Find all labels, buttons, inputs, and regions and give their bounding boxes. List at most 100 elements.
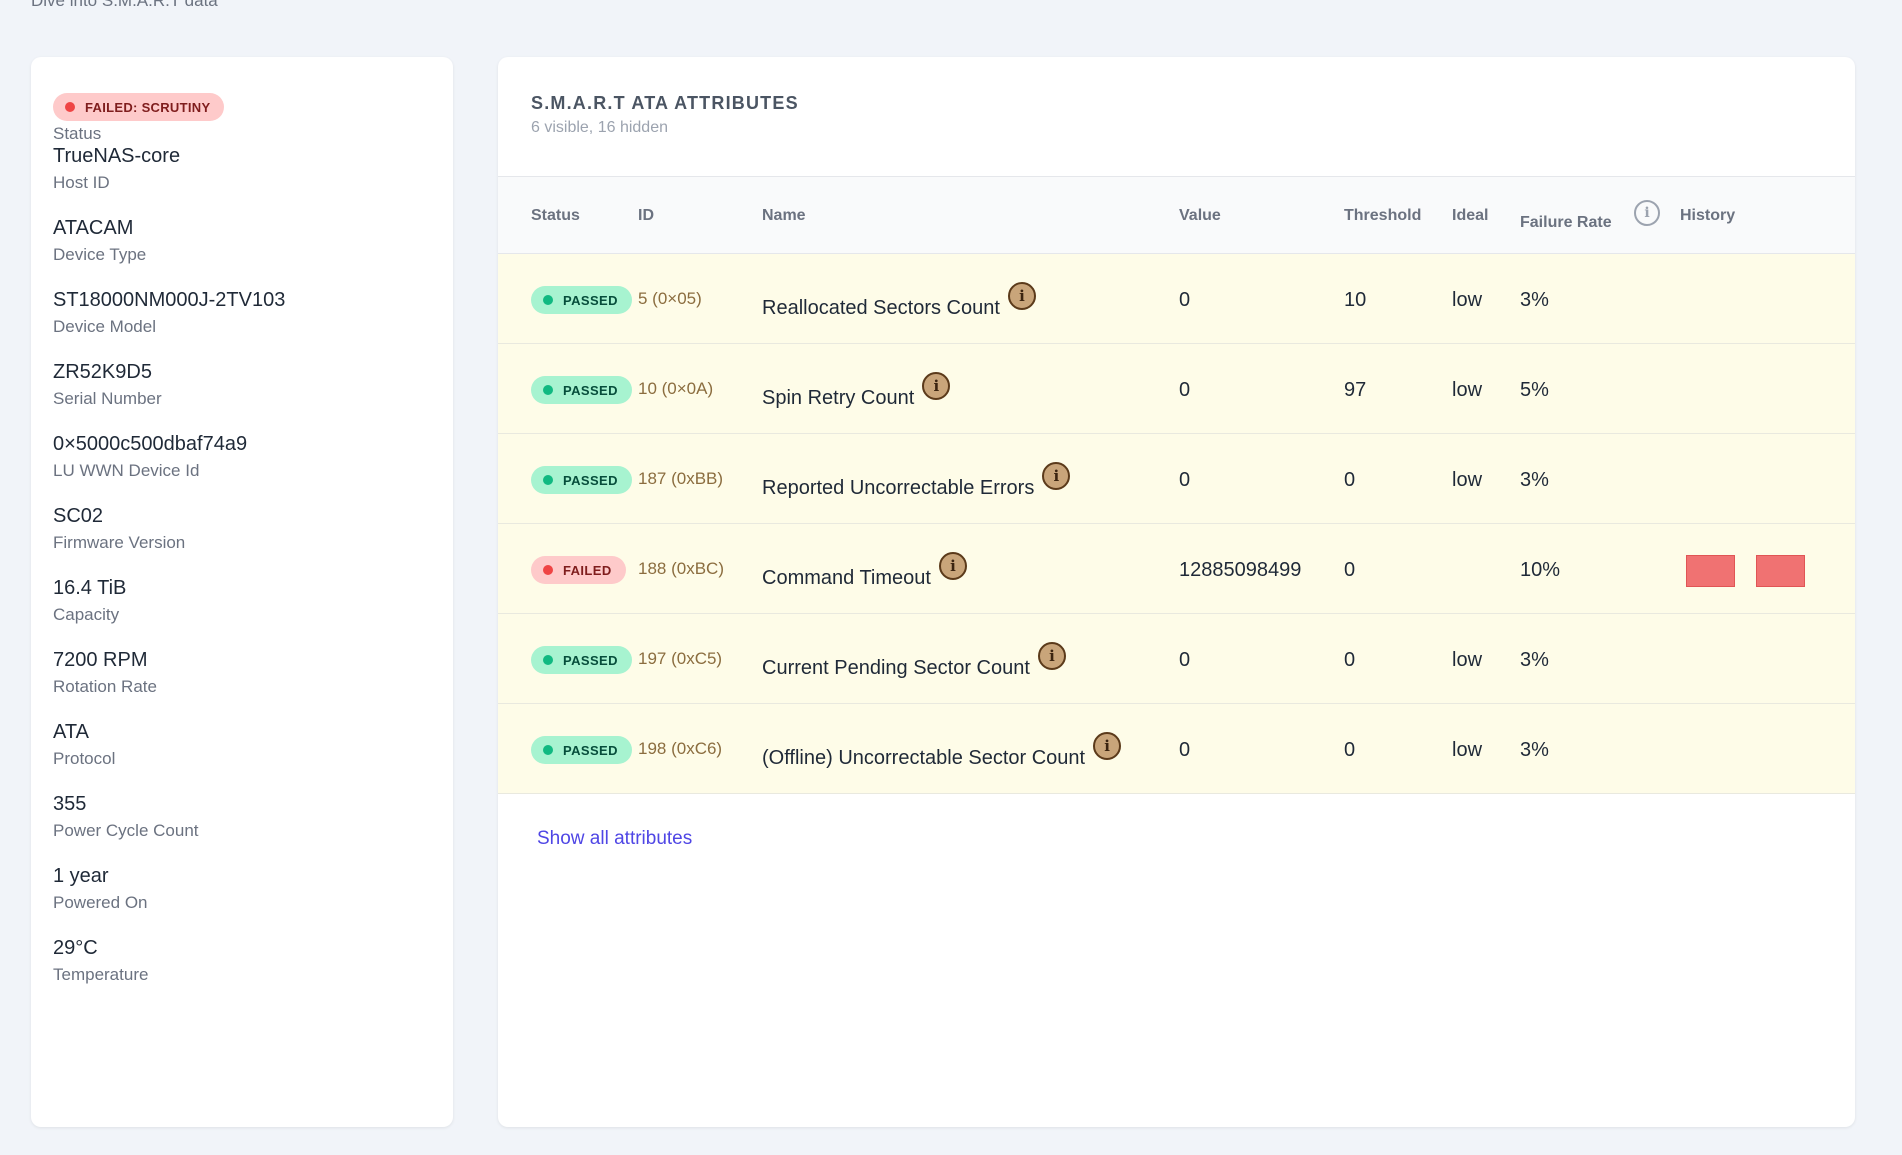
device-status-block: FAILED: SCRUTINY Status <box>53 93 431 144</box>
column-header-status[interactable]: Status <box>531 207 580 225</box>
failure-rate-info-icon[interactable]: i <box>1634 200 1660 226</box>
attributes-header: S.M.A.R.T ATA ATTRIBUTES 6 visible, 16 h… <box>498 57 1855 177</box>
status-dot-icon <box>543 475 553 485</box>
column-header-ideal[interactable]: Ideal <box>1452 207 1488 225</box>
info-icon[interactable]: i <box>922 372 951 400</box>
device-info-list: TrueNAS-core Host ID ATACAM Device Type ST18… <box>53 144 431 985</box>
attributes-title: S.M.A.R.T ATA ATTRIBUTES <box>531 93 799 113</box>
device-info-value: TrueNAS-core <box>53 145 181 167</box>
attribute-failure-rate: 5% <box>1520 379 1549 401</box>
history-failure-bar[interactable] <box>1686 555 1735 587</box>
attribute-status-badge: PASSED <box>531 466 632 494</box>
attribute-ideal: low <box>1452 289 1483 311</box>
column-header-value[interactable]: Value <box>1179 207 1221 225</box>
device-info-card: FAILED: SCRUTINY Status TrueNAS-core Host… <box>31 57 453 1127</box>
attribute-name-text: (Offline) Uncorrectable Sector Count <box>762 747 1086 769</box>
attribute-failure-rate: 10% <box>1520 559 1561 581</box>
attribute-value: 12885098499 <box>1179 559 1302 581</box>
status-dot-icon <box>543 295 553 305</box>
attribute-ideal: low <box>1452 649 1483 671</box>
attribute-value: 0 <box>1179 379 1191 401</box>
column-header-threshold[interactable]: Threshold <box>1344 207 1421 225</box>
attribute-name: Reported Uncorrectable Errors i <box>762 462 1071 500</box>
column-header-failure-rate[interactable]: Failure Rate <box>1520 214 1612 232</box>
info-icon[interactable]: i <box>1093 732 1122 760</box>
attributes-count: 6 visible, 16 hidden <box>531 119 668 136</box>
attribute-threshold: 0 <box>1344 739 1356 761</box>
attribute-row[interactable]: FAILED 188 (0xBC) Command Timeout i 12885098… <box>498 524 1855 614</box>
attribute-status-text: FAILED <box>563 562 612 578</box>
attribute-id: 198 (0xC6) <box>638 739 723 758</box>
attribute-threshold: 0 <box>1344 649 1356 671</box>
attribute-status-text: PASSED <box>563 652 618 668</box>
attribute-name-text: Current Pending Sector Count <box>762 657 1030 679</box>
status-dot-icon <box>65 102 75 112</box>
attribute-row[interactable]: PASSED 198 (0xC6) (Offline) Uncorrectable … <box>498 704 1855 794</box>
device-info-item: ST18000NM000J-2TV103 Device Model <box>53 288 431 337</box>
info-icon[interactable]: i <box>1037 642 1066 670</box>
attribute-name-text: Reported Uncorrectable Errors <box>762 477 1035 499</box>
column-header-id[interactable]: ID <box>638 207 654 225</box>
attribute-status-badge: FAILED <box>531 556 626 584</box>
attribute-status-text: PASSED <box>563 292 618 308</box>
device-info-label: Rotation Rate <box>53 677 157 696</box>
attribute-name: Reallocated Sectors Count i <box>762 282 1036 320</box>
status-dot-icon <box>543 565 553 575</box>
device-info-value: 7200 RPM <box>53 649 148 671</box>
status-dot-icon <box>543 745 553 755</box>
info-icon[interactable]: i <box>938 552 967 580</box>
column-header-name[interactable]: Name <box>762 207 806 225</box>
column-header-history: History <box>1680 207 1736 224</box>
attribute-ideal: low <box>1452 739 1483 761</box>
attribute-row[interactable]: PASSED 5 (0×05) Reallocated Sectors Count i… <box>498 254 1855 344</box>
attribute-name: (Offline) Uncorrectable Sector Count i <box>762 732 1122 770</box>
attribute-status-text: PASSED <box>563 742 618 758</box>
attribute-value: 0 <box>1179 649 1191 671</box>
attribute-ideal: low <box>1452 379 1483 401</box>
device-info-item: 1 year Powered On <box>53 864 431 913</box>
info-icon[interactable]: i <box>1042 462 1071 490</box>
device-info-item: ATACAM Device Type <box>53 216 431 265</box>
device-status-badge: FAILED: SCRUTINY <box>53 93 225 121</box>
attribute-row[interactable]: PASSED 197 (0xC5) Current Pending Sector C… <box>498 614 1855 704</box>
attribute-row[interactable]: PASSED 10 (0×0A) Spin Retry Count i 0 97 low 5% <box>498 344 1855 434</box>
attribute-value: 0 <box>1179 289 1191 311</box>
attribute-name: Current Pending Sector Count i <box>762 642 1066 680</box>
attribute-threshold: 0 <box>1344 559 1356 581</box>
device-info-value: SC02 <box>53 505 104 527</box>
attribute-status-text: PASSED <box>563 472 618 488</box>
attribute-id: 5 (0×05) <box>638 289 702 308</box>
device-info-label: Powered On <box>53 893 148 912</box>
attribute-status-badge: PASSED <box>531 736 632 764</box>
device-info-item: 0×5000c500dbaf74a9 LU WWN Device Id <box>53 432 431 481</box>
status-dot-icon <box>543 655 553 665</box>
attribute-status-badge: PASSED <box>531 286 632 314</box>
device-info-label: Serial Number <box>53 389 162 408</box>
device-info-label: LU WWN Device Id <box>53 461 200 480</box>
device-info-value: 16.4 TiB <box>53 577 127 599</box>
device-info-label: Capacity <box>53 605 120 624</box>
device-info-label: Power Cycle Count <box>53 821 199 840</box>
attribute-id: 188 (0xBC) <box>638 559 724 578</box>
device-status-label: Status <box>53 124 102 143</box>
info-icon[interactable]: i <box>1007 282 1036 310</box>
device-status-text: FAILED: SCRUTINY <box>85 99 211 115</box>
device-info-value: ST18000NM000J-2TV103 <box>53 289 286 311</box>
device-info-label: Temperature <box>53 965 149 984</box>
attribute-name: Spin Retry Count i <box>762 372 951 410</box>
history-failure-bar[interactable] <box>1756 555 1805 587</box>
show-all-attributes-link[interactable]: Show all attributes <box>537 828 692 850</box>
attributes-table-header: Status ID Name Value Threshold Ideal Fai… <box>498 177 1855 254</box>
device-info-label: Protocol <box>53 749 116 768</box>
device-info-item: 16.4 TiB Capacity <box>53 576 431 625</box>
attribute-value: 0 <box>1179 739 1191 761</box>
page-subtitle: Dive into S.M.A.R.T data <box>31 0 218 10</box>
device-info-item: ZR52K9D5 Serial Number <box>53 360 431 409</box>
attribute-id: 10 (0×0A) <box>638 379 714 398</box>
device-info-item: 7200 RPM Rotation Rate <box>53 648 431 697</box>
device-info-value: 29°C <box>53 937 98 959</box>
attribute-row[interactable]: PASSED 187 (0xBB) Reported Uncorrectable E… <box>498 434 1855 524</box>
device-info-item: 355 Power Cycle Count <box>53 792 431 841</box>
attribute-id: 187 (0xBB) <box>638 469 724 488</box>
status-dot-icon <box>543 385 553 395</box>
